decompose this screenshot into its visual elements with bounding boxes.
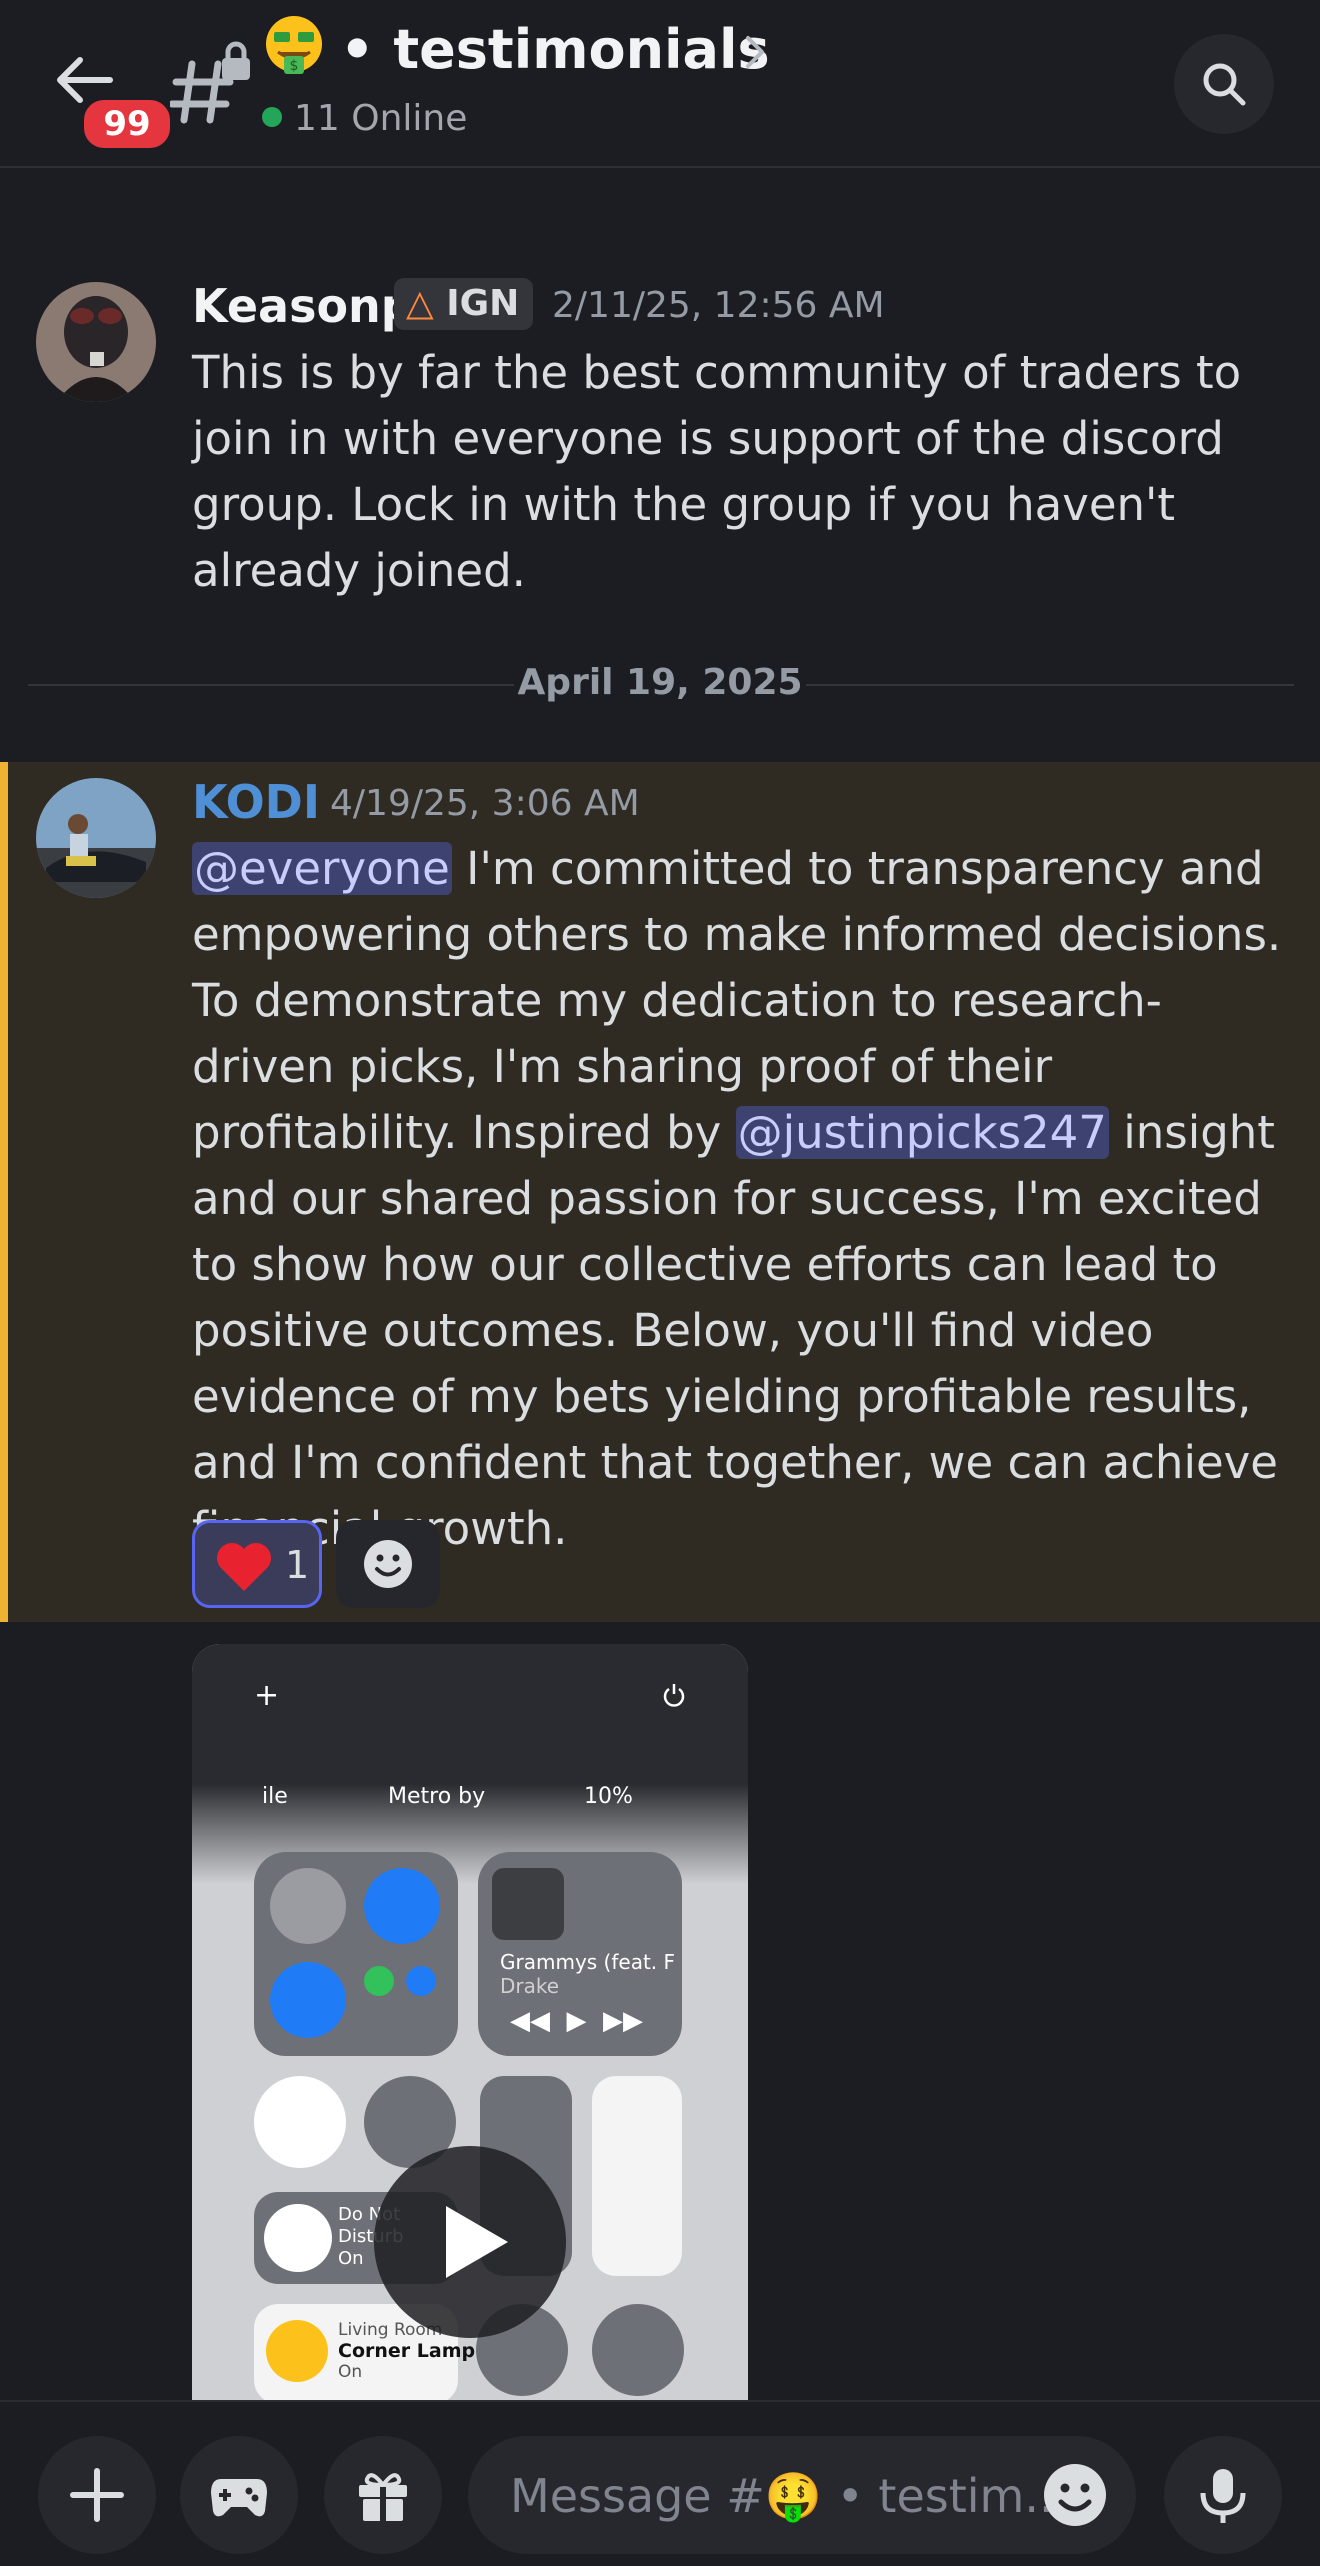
search-icon — [1203, 63, 1246, 106]
composer-bar: Message #🤑 • testim.. — [0, 2400, 1320, 2566]
smiley-icon — [364, 1540, 412, 1588]
moon-icon — [264, 2204, 332, 2272]
message-text: @everyone I'm committed to transparency … — [192, 836, 1292, 1562]
message-text: This is by far the best community of tra… — [192, 346, 1242, 597]
now-playing-artist: Drake — [500, 1974, 560, 1998]
airplane-toggle — [270, 1868, 346, 1944]
svg-text:$: $ — [290, 58, 299, 74]
orientation-lock-toggle — [254, 2076, 346, 2168]
search-button[interactable] — [1174, 34, 1274, 134]
gift-button[interactable] — [324, 2436, 442, 2554]
home-device: Corner Lamp — [338, 2340, 476, 2362]
role-tag: △ IGN — [394, 278, 534, 330]
power-icon — [663, 1684, 685, 1707]
apps-button[interactable] — [180, 2436, 298, 2554]
channel-header: 99 $ • testimonials 11 Online — [0, 0, 1320, 168]
money-mouth-face-icon: $ — [266, 16, 322, 74]
microphone-icon — [1200, 2469, 1246, 2523]
author-name[interactable]: Keasonp — [192, 276, 414, 336]
video-attachment[interactable]: + ile Metro by 10% Grammys (feat. F Drak… — [192, 1644, 748, 2404]
mention-everyone[interactable]: @everyone — [192, 842, 452, 895]
airdrop-toggle — [364, 1868, 440, 1944]
attach-button[interactable] — [38, 2436, 156, 2554]
lamp-icon — [266, 2320, 328, 2382]
mention-user[interactable]: @justinpicks247 — [735, 1106, 1109, 1159]
online-count: 11 Online — [262, 96, 467, 142]
message-input-placeholder: Message #🤑 • testim.. — [510, 2469, 1054, 2523]
role-tag-label: IGN — [446, 283, 520, 324]
author-name[interactable]: KODI — [192, 772, 320, 832]
fire-icon: △ — [406, 283, 434, 324]
gift-icon — [359, 2473, 407, 2521]
locked-channel-icon — [170, 41, 250, 124]
channel-title[interactable]: • testimonials — [340, 14, 770, 86]
add-reaction-button[interactable] — [336, 1520, 440, 1608]
reaction-heart[interactable]: 1 — [192, 1520, 322, 1608]
bluetooth-toggle — [406, 1966, 436, 1996]
unread-badge: 99 — [80, 96, 174, 152]
online-status-dot — [262, 107, 282, 127]
heart-icon — [217, 1543, 271, 1591]
home-state: On — [338, 2362, 363, 2382]
album-art — [492, 1868, 564, 1940]
voice-message-button[interactable] — [1164, 2436, 1282, 2554]
reaction-count: 1 — [285, 1543, 310, 1587]
status-battery: 10% — [584, 1784, 633, 1809]
avatar[interactable] — [36, 282, 156, 402]
play-icon — [446, 2206, 508, 2278]
status-carrier: Metro by — [388, 1784, 486, 1809]
date-divider: April 19, 2025 — [517, 662, 803, 703]
user-avatar-image — [36, 282, 156, 402]
status-left: ile — [262, 1784, 288, 1809]
chevron-right-icon[interactable] — [738, 30, 772, 74]
media-controls: ◀◀ ▶ ▶▶ — [510, 2006, 644, 2036]
user-avatar-image — [36, 778, 156, 898]
online-text: 11 Online — [294, 98, 468, 139]
timestamp: 4/19/25, 3:06 AM — [330, 783, 640, 824]
gamepad-icon — [211, 2479, 267, 2517]
emoji-picker-icon[interactable] — [1042, 2462, 1108, 2528]
wifi-toggle — [270, 1962, 346, 2038]
timer-toggle — [592, 2304, 684, 2396]
timestamp: 2/11/25, 12:56 AM — [552, 285, 885, 326]
dnd-label-3: On — [338, 2248, 364, 2269]
plus-icon: + — [254, 1678, 280, 1713]
video-top-area — [192, 1644, 748, 1804]
plus-icon — [70, 2468, 124, 2522]
message-input[interactable]: Message #🤑 • testim.. — [468, 2436, 1136, 2554]
message-text-part-2: insight and our shared passion for succe… — [192, 1106, 1278, 1555]
now-playing-title: Grammys (feat. F — [500, 1950, 676, 1974]
volume-slider — [592, 2076, 682, 2276]
play-button[interactable] — [374, 2146, 566, 2338]
cellular-toggle — [364, 1966, 394, 1996]
avatar[interactable] — [36, 778, 156, 898]
